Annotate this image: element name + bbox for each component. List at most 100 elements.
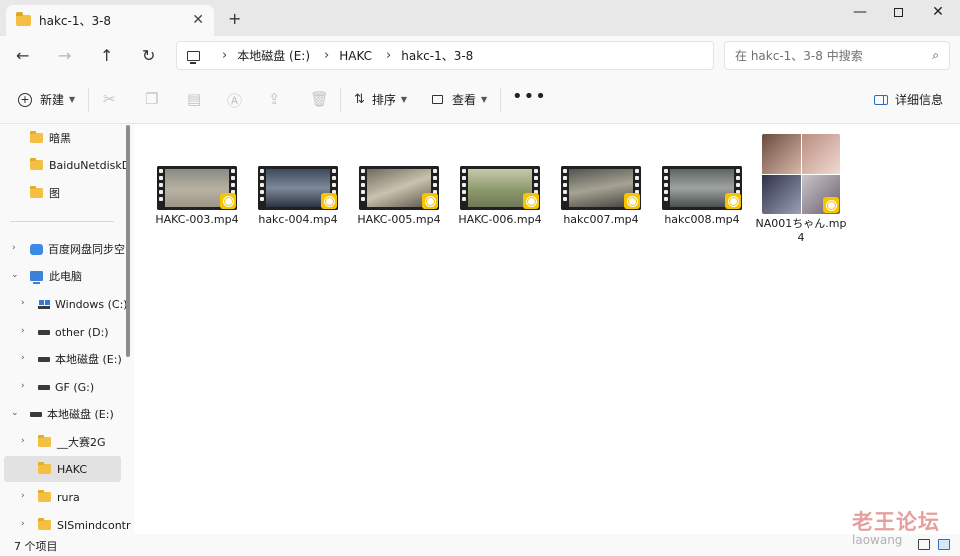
title-bar: hakc-1、3-8 ✕ + — ✕ — [0, 0, 960, 36]
video-thumbnail — [662, 166, 742, 210]
sort-icon: ⇅ — [354, 92, 365, 107]
details-label: 详细信息 — [895, 93, 944, 107]
chevron-right-icon[interactable]: › — [324, 48, 329, 63]
sidebar-item-local-disk-e[interactable]: 本地磁盘 (E:) — [30, 401, 114, 427]
view-button[interactable]: 查看 ▼ — [432, 91, 487, 108]
sidebar-item-baidu-sync[interactable]: 百度网盘同步空 — [30, 236, 125, 262]
sidebar-item-folder[interactable]: rura — [38, 484, 80, 510]
back-button[interactable]: ← — [16, 46, 29, 65]
player-badge-icon — [422, 193, 438, 209]
windows-drive-icon — [38, 299, 50, 309]
more-options-button[interactable]: ••• — [512, 86, 547, 107]
chevron-right-icon[interactable]: › — [21, 326, 25, 336]
chevron-right-icon[interactable]: › — [21, 381, 25, 391]
new-button[interactable]: + 新建 ▼ — [18, 91, 75, 108]
chevron-right-icon[interactable]: › — [222, 48, 227, 63]
delete-icon[interactable]: 🗑 — [310, 90, 329, 108]
sidebar-item-hakc[interactable]: HAKC — [4, 456, 121, 482]
sidebar-item-folder[interactable]: SISmindcontr — [38, 512, 131, 534]
sidebar-item-this-pc[interactable]: 此电脑 — [30, 263, 82, 289]
copy-icon[interactable]: ❐ — [145, 90, 158, 108]
player-badge-icon — [523, 193, 539, 209]
file-item[interactable]: HAKC-003.mp4 — [149, 134, 245, 227]
file-name: HAKC-006.mp4 — [458, 213, 542, 226]
breadcrumb-current[interactable]: hakc-1、3-8 — [401, 47, 473, 64]
sidebar-item-label: 此电脑 — [49, 270, 82, 283]
new-tab-button[interactable]: + — [228, 9, 241, 28]
chevron-down-icon[interactable]: ⌄ — [11, 270, 19, 280]
watermark-sub: laowang — [852, 533, 903, 547]
chevron-right-icon[interactable]: › — [386, 48, 391, 63]
sidebar-item-label: 暗黑 — [49, 132, 71, 145]
sidebar-item-folder[interactable]: 图 — [30, 180, 60, 206]
rename-icon[interactable]: Ⓐ — [227, 90, 242, 111]
chevron-right-icon[interactable]: › — [21, 298, 25, 308]
refresh-button[interactable]: ↻ — [142, 46, 155, 65]
sidebar-item-label: GF (G:) — [55, 380, 95, 394]
sidebar-item-drive-d[interactable]: other (D:) — [38, 319, 109, 345]
toolbar-divider — [88, 88, 89, 112]
cut-icon[interactable]: ✂ — [103, 90, 116, 108]
share-icon[interactable]: ⇪ — [268, 90, 281, 108]
view-icon — [432, 95, 443, 104]
file-name: HAKC-003.mp4 — [155, 213, 239, 226]
minimize-button[interactable]: — — [840, 4, 880, 24]
maximize-button[interactable] — [878, 4, 918, 24]
address-bar[interactable]: › 本地磁盘 (E:) › HAKC › hakc-1、3-8 — [176, 41, 714, 70]
sort-button[interactable]: ⇅ 排序 ▼ — [354, 91, 407, 108]
sidebar-item-folder[interactable]: 暗黑 — [30, 125, 71, 151]
sidebar-item-label: SISmindcontr — [57, 518, 131, 532]
file-item[interactable]: hakc008.mp4 — [654, 134, 750, 227]
video-thumbnail — [359, 166, 439, 210]
file-item[interactable]: HAKC-005.mp4 — [351, 134, 447, 227]
breadcrumb-hakc[interactable]: HAKC — [339, 49, 372, 63]
drive-icon — [38, 384, 50, 390]
sidebar-item-label: Windows (C:) — [55, 297, 128, 311]
sidebar-item-label: 本地磁盘 (E:) — [47, 408, 114, 421]
search-input[interactable]: 在 hakc-1、3-8 中搜索 ⌕ — [724, 41, 950, 70]
cloud-icon — [30, 243, 43, 255]
tab-current-folder[interactable]: hakc-1、3-8 ✕ — [6, 5, 214, 36]
folder-icon — [16, 12, 31, 26]
chevron-right-icon[interactable]: › — [21, 436, 25, 446]
tab-close-icon[interactable]: ✕ — [192, 12, 204, 28]
chevron-down-icon: ▼ — [69, 95, 76, 104]
details-view-icon[interactable] — [918, 539, 930, 550]
folder-icon — [38, 462, 51, 474]
large-icons-view-icon[interactable] — [938, 539, 950, 550]
breadcrumb-drive[interactable]: 本地磁盘 (E:) — [237, 47, 310, 64]
chevron-down-icon: ▼ — [481, 95, 488, 104]
maximize-icon — [893, 8, 903, 17]
details-pane-button[interactable]: 详细信息 — [874, 91, 943, 108]
close-window-button[interactable]: ✕ — [918, 4, 958, 24]
status-bar: 7 个项目 — [0, 534, 960, 556]
item-count: 7 个项目 — [14, 540, 58, 553]
search-placeholder: 在 hakc-1、3-8 中搜索 — [735, 49, 863, 63]
file-item[interactable]: hakc-004.mp4 — [250, 134, 346, 227]
sidebar-item-folder[interactable]: __大赛2G — [38, 429, 106, 455]
paste-icon[interactable]: ▤ — [187, 90, 201, 108]
chevron-right-icon[interactable]: › — [12, 243, 16, 253]
navigation-pane: 暗黑 BaiduNetdiskD 图 › 百度网盘同步空 ⌄ 此电脑 › Win… — [0, 124, 134, 534]
file-item[interactable]: HAKC-006.mp4 — [452, 134, 548, 227]
navigation-bar: ← → ↑ ↻ › 本地磁盘 (E:) › HAKC › hakc-1、3-8 … — [0, 36, 960, 76]
chevron-right-icon[interactable]: › — [21, 491, 25, 501]
sidebar-item-drive-g[interactable]: GF (G:) — [38, 374, 94, 400]
new-label: 新建 — [40, 93, 65, 107]
sidebar-item-drive-e[interactable]: 本地磁盘 (E:) — [38, 346, 122, 372]
video-thumbnail — [762, 134, 840, 214]
forward-button[interactable]: → — [58, 46, 71, 65]
chevron-right-icon[interactable]: › — [21, 353, 25, 363]
file-item[interactable]: hakc007.mp4 — [553, 134, 649, 227]
file-item[interactable]: NA001ちゃん.mp4 — [753, 134, 849, 245]
sidebar-item-folder[interactable]: BaiduNetdiskD — [30, 152, 130, 178]
up-button[interactable]: ↑ — [100, 46, 113, 65]
sidebar-item-drive-c[interactable]: Windows (C:) — [38, 291, 128, 317]
player-badge-icon — [321, 193, 337, 209]
sidebar-scrollbar[interactable] — [126, 125, 130, 357]
sidebar-item-label: 本地磁盘 (E:) — [55, 353, 122, 366]
command-bar: + 新建 ▼ ✂ ❐ ▤ Ⓐ ⇪ 🗑 ⇅ 排序 ▼ 查看 ▼ ••• 详细信息 — [0, 76, 960, 124]
chevron-right-icon[interactable]: › — [21, 519, 25, 529]
chevron-down-icon[interactable]: ⌄ — [11, 408, 19, 418]
toolbar-divider — [500, 88, 501, 112]
